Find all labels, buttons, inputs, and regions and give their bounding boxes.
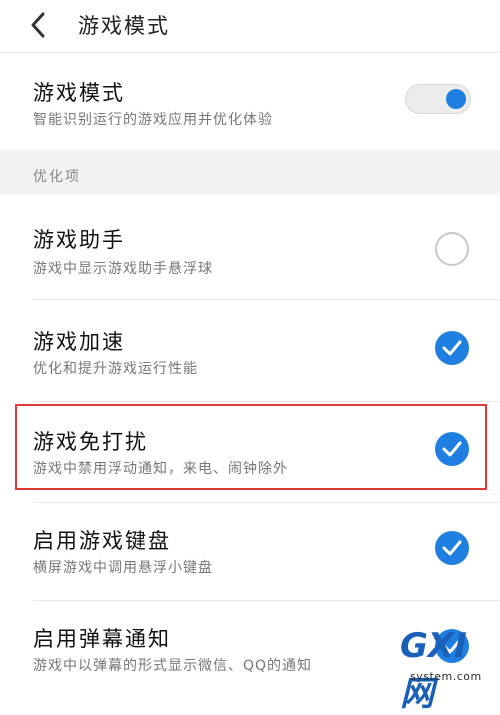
check-circle-icon[interactable] [434, 530, 470, 566]
app-header: 游戏模式 [0, 0, 500, 53]
list-item-title: 启用弹幕通知 [33, 627, 171, 651]
toggle-knob [446, 89, 466, 109]
watermark-site: system.com [410, 670, 482, 683]
list-item-do-not-disturb[interactable]: 游戏免打扰 游戏中禁用浮动通知，来电、闹钟除外 [0, 402, 500, 502]
game-mode-toggle[interactable] [405, 84, 471, 114]
unchecked-circle-icon[interactable] [434, 231, 470, 267]
list-item-game-keyboard[interactable]: 启用游戏键盘 横屏游戏中调用悬浮小键盘 [0, 503, 500, 600]
list-item-subtitle: 游戏中禁用浮动通知，来电、闹钟除外 [33, 461, 288, 477]
watermark: GXI网 system.com [400, 626, 500, 714]
list-item-title: 游戏助手 [33, 228, 125, 252]
list-item-subtitle: 游戏中以弹幕的形式显示微信、QQ的通知 [33, 658, 313, 674]
list-item-title: 游戏免打扰 [33, 430, 148, 454]
back-button[interactable] [22, 8, 56, 42]
list-item-subtitle: 游戏中显示游戏助手悬浮球 [33, 261, 213, 277]
game-mode-subtitle: 智能识别运行的游戏应用并优化体验 [33, 112, 273, 128]
chevron-left-icon [31, 12, 45, 38]
list-item-subtitle: 横屏游戏中调用悬浮小键盘 [33, 560, 213, 576]
list-item-title: 启用游戏键盘 [33, 529, 171, 553]
list-item-game-speedup[interactable]: 游戏加速 优化和提升游戏运行性能 [0, 300, 500, 401]
section-label: 优化项 [33, 169, 81, 185]
check-circle-icon[interactable] [434, 431, 470, 467]
list-item-game-assistant[interactable]: 游戏助手 游戏中显示游戏助手悬浮球 [0, 196, 500, 299]
check-circle-icon[interactable] [434, 330, 470, 366]
list-item-subtitle: 优化和提升游戏运行性能 [33, 361, 198, 377]
list-item-title: 游戏加速 [33, 330, 125, 354]
page-title: 游戏模式 [78, 14, 170, 38]
section-header: 优化项 [0, 150, 500, 195]
game-mode-title: 游戏模式 [33, 81, 125, 105]
